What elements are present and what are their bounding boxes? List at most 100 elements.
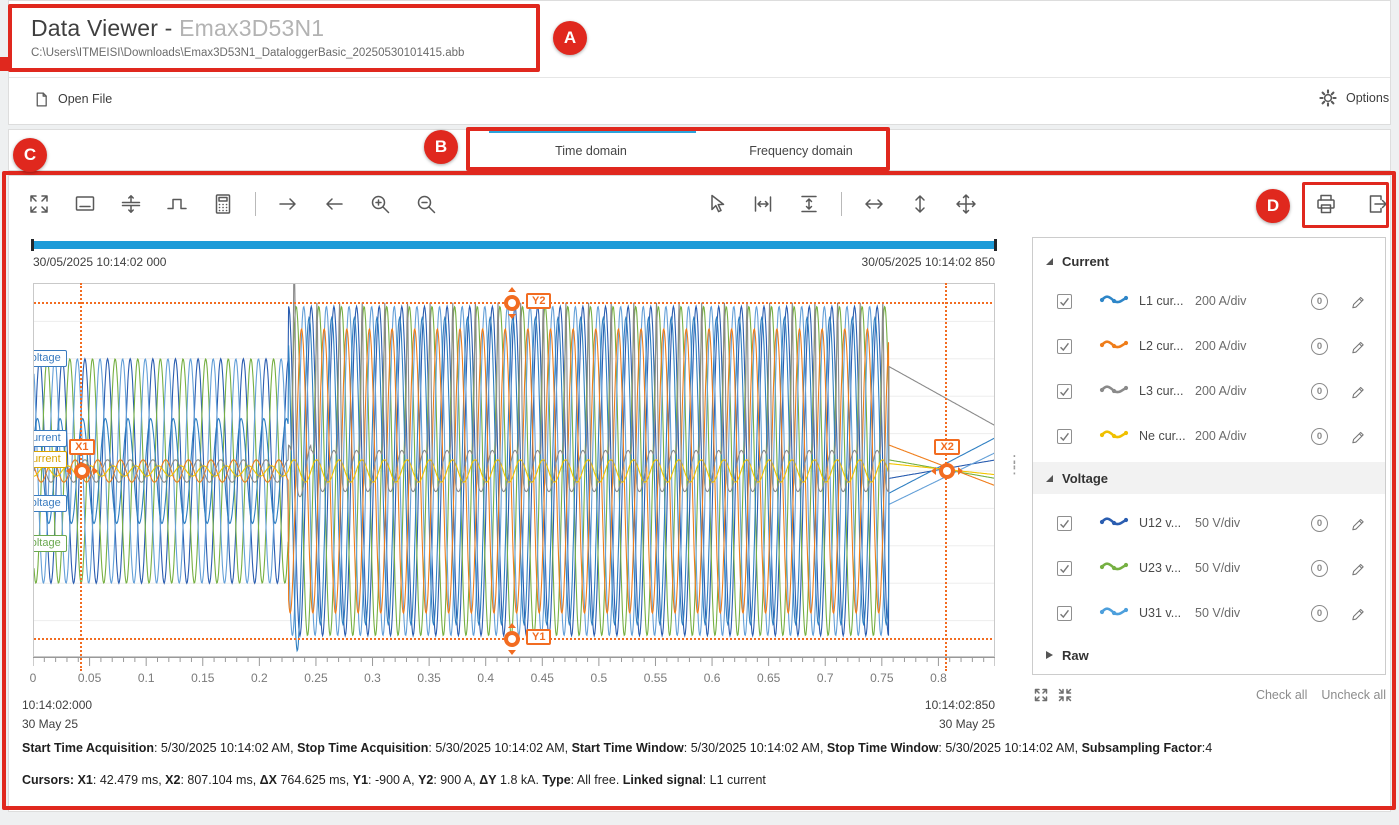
file-path: C:\Users\ITMEISI\Downloads\Emax3D53N1_Da… [31, 47, 464, 59]
tab-frequency-domain[interactable]: Frequency domain [696, 129, 906, 171]
time-range-slider[interactable] [33, 241, 995, 249]
group-header-voltage[interactable]: Voltage [1033, 462, 1385, 494]
signal-row-l3-current[interactable]: L3 cur... 200 A/div 0 [1033, 374, 1385, 408]
monitor-icon[interactable] [71, 190, 99, 218]
signal-axis-tag[interactable]: Current [33, 451, 67, 468]
cursor-x2-label: X2 [934, 439, 959, 455]
expanded-triangle-icon [1046, 258, 1053, 265]
x-tick-label: 0.4 [477, 671, 494, 685]
y-cursors-icon[interactable] [795, 190, 823, 218]
square-wave-icon[interactable] [163, 190, 191, 218]
edit-pencil-icon[interactable] [1349, 427, 1367, 445]
zero-offset-button[interactable]: 0 [1311, 515, 1328, 532]
zero-offset-button[interactable]: 0 [1311, 428, 1328, 445]
x-tick-label: 0.7 [817, 671, 834, 685]
signal-axis-tag[interactable]: Current [33, 430, 67, 447]
x-axis-labels: 00.050.10.150.20.250.30.350.40.450.50.55… [33, 671, 995, 687]
open-file-button[interactable]: Open File [31, 89, 112, 109]
signal-panel: Current L1 cur... 200 A/div 0 L2 cur... … [1032, 237, 1386, 675]
range-start-time: 30/05/2025 10:14:02 000 [33, 255, 166, 269]
waveform-svg [34, 284, 995, 657]
zoom-out-icon[interactable] [412, 190, 440, 218]
cursor-x1-handle[interactable] [74, 463, 90, 479]
zero-offset-button[interactable]: 0 [1311, 293, 1328, 310]
window-start-stamp: 10:14:02:00030 May 25 [22, 696, 92, 733]
print-icon[interactable] [1312, 190, 1340, 218]
edit-pencil-icon[interactable] [1349, 514, 1367, 532]
x-tick-label: 0.75 [870, 671, 893, 685]
header-card: Data Viewer - Emax3D53N1 C:\Users\ITMEIS… [8, 0, 1391, 125]
signal-axis-tag[interactable]: Voltage [33, 535, 67, 552]
zero-offset-button[interactable]: 0 [1311, 605, 1328, 622]
group-header-raw[interactable]: Raw [1033, 640, 1385, 670]
step-left-icon[interactable] [320, 190, 348, 218]
range-timestamps: 30/05/2025 10:14:02 000 30/05/2025 10:14… [33, 255, 995, 269]
x-tick-label: 0.3 [364, 671, 381, 685]
collapse-all-icon[interactable] [1056, 686, 1074, 704]
signal-row-ne-current[interactable]: Ne cur... 200 A/div 0 [1033, 419, 1385, 453]
toolbar-separator [841, 192, 842, 216]
checkbox-checked[interactable] [1057, 384, 1072, 399]
group-header-current[interactable]: Current [1033, 246, 1385, 276]
fit-vertical-icon[interactable] [117, 190, 145, 218]
check-all-link[interactable]: Check all [1256, 688, 1307, 702]
range-end-time: 30/05/2025 10:14:02 850 [862, 255, 995, 269]
wave-icon [1099, 292, 1131, 311]
fit-screen-icon[interactable] [25, 190, 53, 218]
zero-offset-button[interactable]: 0 [1311, 338, 1328, 355]
zero-offset-button[interactable]: 0 [1311, 560, 1328, 577]
signal-row-u23-voltage[interactable]: U23 v... 50 V/div 0 [1033, 551, 1385, 585]
checkbox-checked[interactable] [1057, 516, 1072, 531]
zoom-in-icon[interactable] [366, 190, 394, 218]
collapsed-triangle-icon [1046, 651, 1053, 659]
pan-horizontal-icon[interactable] [860, 190, 888, 218]
wave-icon [1099, 559, 1131, 578]
checkbox-checked[interactable] [1057, 561, 1072, 576]
x-tick-label: 0.35 [417, 671, 440, 685]
signal-row-u12-voltage[interactable]: U12 v... 50 V/div 0 [1033, 506, 1385, 540]
panel-splitter[interactable]: ⋮⋮ [1007, 458, 1022, 472]
zero-offset-button[interactable]: 0 [1311, 383, 1328, 400]
checkbox-checked[interactable] [1057, 294, 1072, 309]
edit-pencil-icon[interactable] [1349, 292, 1367, 310]
pan-free-icon[interactable] [952, 190, 980, 218]
edit-pencil-icon[interactable] [1349, 382, 1367, 400]
x-cursors-icon[interactable] [749, 190, 777, 218]
signal-scale: 200 A/div [1195, 294, 1267, 308]
annotation-tick [0, 57, 9, 71]
open-file-label: Open File [58, 92, 112, 106]
file-name: Emax3D53N1 [179, 15, 324, 41]
export-icon[interactable] [1364, 190, 1392, 218]
options-button[interactable]: Options [1317, 87, 1389, 109]
signal-axis-tag[interactable]: Voltage [33, 350, 67, 367]
expand-all-icon[interactable] [1032, 686, 1050, 704]
checkbox-checked[interactable] [1057, 339, 1072, 354]
edit-pencil-icon[interactable] [1349, 559, 1367, 577]
signal-row-u31-voltage[interactable]: U31 v... 50 V/div 0 [1033, 596, 1385, 630]
chart-toolbar-left [25, 190, 440, 218]
signal-scale: 50 V/div [1195, 516, 1267, 530]
waveform-plot[interactable]: VoltageCurrentCurrentVoltageVoltage Y2 Y… [33, 283, 995, 657]
signal-label: U12 v... [1139, 516, 1195, 530]
signal-label: L2 cur... [1139, 339, 1195, 353]
signal-row-l2-current[interactable]: L2 cur... 200 A/div 0 [1033, 329, 1385, 363]
x-tick-label: 0.55 [644, 671, 667, 685]
edit-pencil-icon[interactable] [1349, 604, 1367, 622]
pointer-icon[interactable] [703, 190, 731, 218]
signal-scale: 200 A/div [1195, 384, 1267, 398]
pan-vertical-icon[interactable] [906, 190, 934, 218]
uncheck-all-link[interactable]: Uncheck all [1321, 688, 1386, 702]
signal-axis-tag[interactable]: Voltage [33, 495, 67, 512]
checkbox-checked[interactable] [1057, 606, 1072, 621]
signal-row-l1-current[interactable]: L1 cur... 200 A/div 0 [1033, 284, 1385, 318]
checkbox-checked[interactable] [1057, 429, 1072, 444]
signal-scale: 50 V/div [1195, 606, 1267, 620]
step-right-icon[interactable] [274, 190, 302, 218]
calculator-icon[interactable] [209, 190, 237, 218]
cursor-y2-handle[interactable] [504, 295, 520, 311]
edit-pencil-icon[interactable] [1349, 337, 1367, 355]
wave-icon [1099, 514, 1131, 533]
tab-time-domain[interactable]: Time domain [486, 129, 696, 171]
signal-label: Ne cur... [1139, 429, 1195, 443]
cursors-status-line: Cursors: X1: 42.479 ms, X2: 807.104 ms, … [22, 773, 766, 787]
